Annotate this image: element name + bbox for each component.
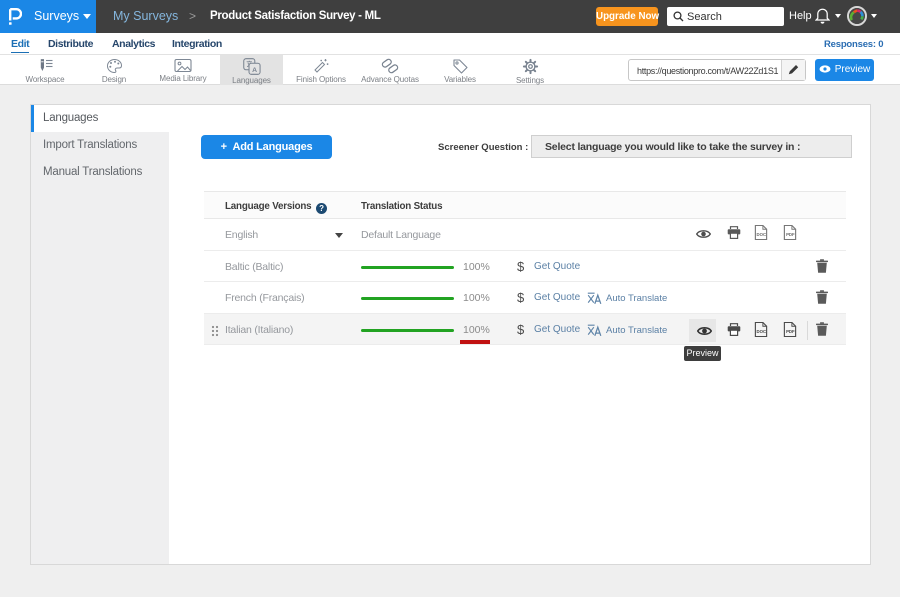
svg-text:DOC: DOC <box>757 328 767 333</box>
svg-text:PDF: PDF <box>786 328 795 333</box>
svg-text:A: A <box>252 67 257 74</box>
svg-text:DOC: DOC <box>757 232 767 237</box>
svg-text:PDF: PDF <box>786 232 795 237</box>
